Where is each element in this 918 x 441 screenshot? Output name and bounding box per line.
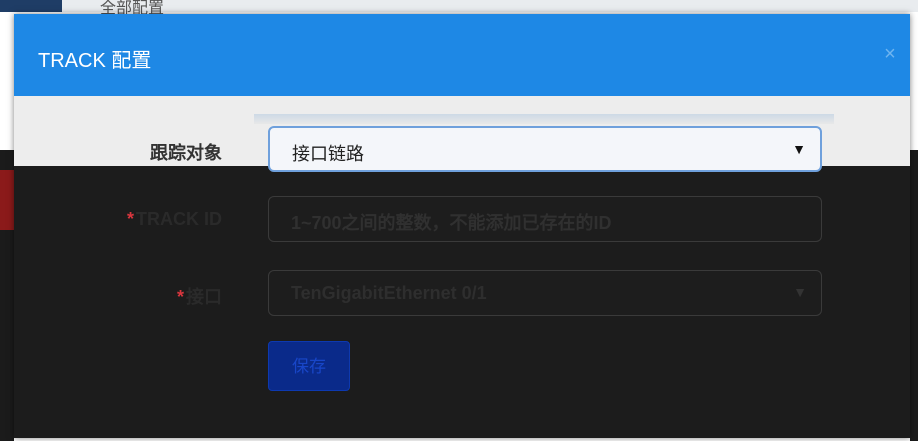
track-config-dialog: TRACK 配置 × 跟踪对象 接口链路 ▼ * TRACK ID 1~700之间… [14,14,910,438]
page: 全部配置 TRACK 配置 × 跟踪对象 接口链路 ▼ * TRACK ID 1~… [0,0,918,441]
required-mark: * [126,209,134,229]
background-right-strip [910,150,918,441]
track-id-label-text: TRACK ID [136,209,222,229]
track-id-placeholder: 1~700之间的整数，不能添加已存在的ID [291,213,612,233]
track-object-select[interactable]: 接口链路 ▼ [268,126,822,172]
interface-select[interactable]: TenGigabitEthernet 0/1 ▼ [268,270,822,316]
required-mark: * [176,287,184,307]
track-id-input[interactable]: 1~700之间的整数，不能添加已存在的ID [268,196,822,242]
save-button[interactable]: 保存 [268,341,350,391]
chevron-down-icon: ▼ [792,141,806,157]
track-id-label: * TRACK ID [127,209,222,230]
interface-label: * 接口 [177,283,222,309]
form-row-interface: * 接口 TenGigabitEthernet 0/1 ▼ [14,270,910,320]
form-row-track-id: * TRACK ID 1~700之间的整数，不能添加已存在的ID [14,196,910,246]
decorative-band [254,114,834,124]
background-nav-accent [0,0,62,12]
background-topbar: 全部配置 [0,0,918,17]
background-left-accent [0,170,14,230]
chevron-down-icon: ▼ [793,284,807,300]
interface-value: TenGigabitEthernet 0/1 [291,283,487,303]
interface-label-text: 接口 [186,287,222,307]
form-row-track-object: 跟踪对象 接口链路 ▼ [14,126,910,176]
track-object-label: 跟踪对象 [150,143,222,163]
close-icon[interactable]: × [880,42,900,66]
dialog-header: TRACK 配置 × [14,14,910,96]
track-object-value: 接口链路 [292,144,364,164]
dialog-title: TRACK 配置 [38,50,152,72]
